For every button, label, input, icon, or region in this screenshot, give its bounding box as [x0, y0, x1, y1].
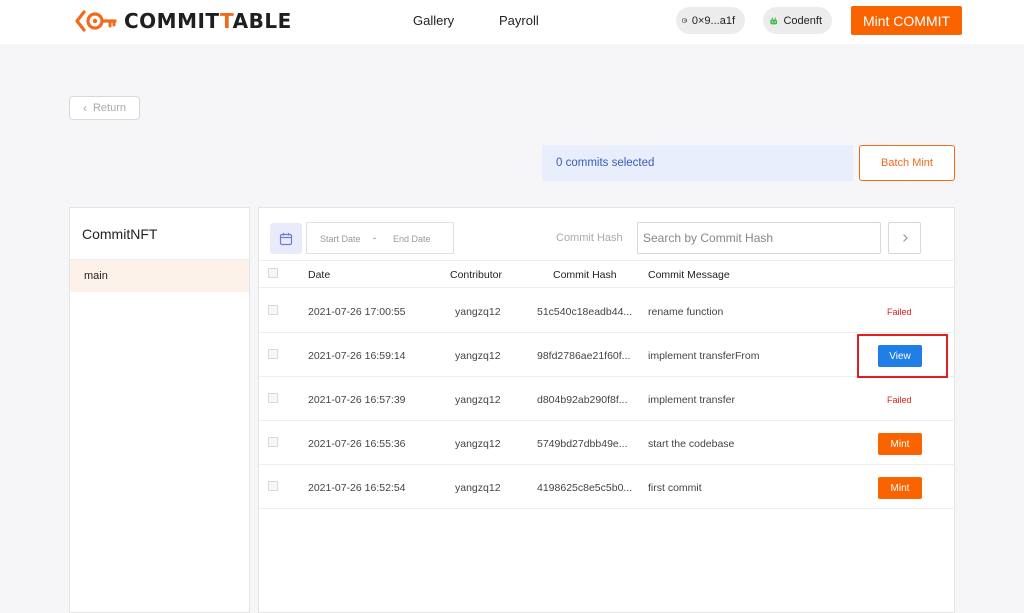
commit-contributor: yangzq12 [455, 438, 501, 450]
return-button[interactable]: ‹ Return [69, 96, 140, 120]
end-date-field[interactable]: End Date [393, 234, 431, 244]
commit-contributor: yangzq12 [455, 482, 501, 494]
mint-button[interactable]: Mint [878, 477, 922, 499]
logo[interactable]: COMMITTABLE [75, 8, 292, 34]
top-nav: COMMITTABLE Gallery Payroll 0×9...a1f Co… [0, 0, 1024, 44]
return-label: Return [92, 102, 127, 114]
commit-contributor: yangzq12 [455, 306, 501, 318]
wallet-address-text: 0×9...a1f [691, 14, 735, 27]
commit-hash-label: Commit Hash [556, 232, 623, 244]
commit-message: implement transfer [648, 394, 735, 406]
table-row: 2021-07-26 16:57:39 yangzq12 d804b92ab29… [259, 377, 954, 421]
commit-contributor: yangzq12 [455, 350, 501, 362]
commit-date: 2021-07-26 16:55:36 [308, 438, 406, 450]
select-all-checkbox[interactable] [268, 268, 278, 278]
nav-payroll[interactable]: Payroll [499, 13, 539, 28]
table-row: 2021-07-26 17:00:55 yangzq12 51c540c18ea… [259, 289, 954, 333]
batch-mint-button[interactable]: Batch Mint [859, 145, 955, 181]
commit-contributor: yangzq12 [455, 394, 501, 406]
logo-icon [75, 10, 117, 32]
chevron-right-icon [902, 234, 908, 242]
commit-hash[interactable]: 51c540c18eadb44... [537, 306, 632, 318]
commit-message: start the codebase [648, 438, 735, 450]
status-failed: Failed [887, 395, 912, 405]
column-commit-message: Commit Message [648, 269, 730, 281]
commit-date: 2021-07-26 16:52:54 [308, 482, 406, 494]
row-checkbox[interactable] [268, 349, 278, 359]
commit-hash[interactable]: 5749bd27dbb49e... [537, 438, 628, 450]
robot-icon [770, 17, 778, 24]
mint-button[interactable]: Mint [878, 433, 922, 455]
row-checkbox[interactable] [268, 393, 278, 403]
account-pill[interactable]: Codenft [763, 7, 832, 34]
table-row: 2021-07-26 16:52:54 yangzq12 4198625c8e5… [259, 465, 954, 509]
commit-date: 2021-07-26 16:57:39 [308, 394, 406, 406]
commit-date: 2021-07-26 17:00:55 [308, 306, 406, 318]
commit-hash[interactable]: d804b92ab290f8f... [537, 394, 628, 406]
repo-sidebar: CommitNFT main [69, 207, 250, 613]
wallet-icon [682, 18, 687, 23]
table-row: 2021-07-26 16:59:14 yangzq12 98fd2786ae2… [259, 333, 954, 377]
logo-text: COMMITTABLE [124, 9, 292, 33]
date-separator: - [373, 233, 376, 243]
row-checkbox[interactable] [268, 305, 278, 315]
commit-hash-search-input[interactable] [637, 222, 881, 254]
wallet-address[interactable]: 0×9...a1f [676, 7, 745, 34]
account-name: Codenft [783, 14, 822, 27]
commit-message: rename function [648, 306, 724, 318]
view-button[interactable]: View [878, 345, 922, 367]
repo-title: CommitNFT [82, 226, 158, 242]
calendar-icon [279, 232, 293, 245]
chevron-left-icon: ‹ [82, 101, 87, 115]
table-row: 2021-07-26 16:55:36 yangzq12 5749bd27dbb… [259, 421, 954, 465]
start-date-field[interactable]: Start Date [320, 234, 361, 244]
table-header: Date Contributor Commit Hash Commit Mess… [259, 260, 954, 288]
commits-panel: Start Date - End Date Commit Hash Date C… [258, 207, 955, 613]
nav-gallery[interactable]: Gallery [413, 13, 454, 28]
search-submit-button[interactable] [888, 222, 921, 254]
row-checkbox[interactable] [268, 437, 278, 447]
selection-status: 0 commits selected [542, 145, 853, 181]
column-commit-hash: Commit Hash [553, 269, 617, 281]
commit-message: implement transferFrom [648, 350, 760, 362]
branch-item-main[interactable]: main [70, 260, 249, 292]
commit-hash[interactable]: 4198625c8e5c5b0... [537, 482, 632, 494]
commit-message: first commit [648, 482, 702, 494]
status-failed: Failed [887, 307, 912, 317]
commit-date: 2021-07-26 16:59:14 [308, 350, 406, 362]
mint-commit-button[interactable]: Mint COMMIT [851, 6, 962, 35]
date-range-picker[interactable]: Start Date - End Date [306, 222, 454, 254]
calendar-button[interactable] [270, 223, 302, 254]
column-contributor: Contributor [450, 269, 502, 281]
row-checkbox[interactable] [268, 481, 278, 491]
commit-hash[interactable]: 98fd2786ae21f60f... [537, 350, 630, 362]
column-date: Date [308, 269, 331, 281]
